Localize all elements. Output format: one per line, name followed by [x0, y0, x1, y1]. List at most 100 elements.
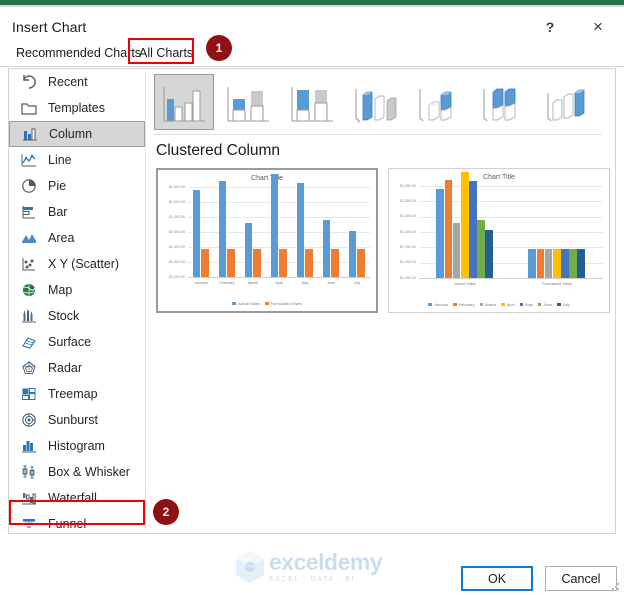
x-axis-tick-label: April [275, 281, 283, 285]
sidebar-item-x-y-scatter[interactable]: X Y (Scatter) [9, 251, 145, 277]
sidebar-item-histogram[interactable]: Histogram [9, 433, 145, 459]
sidebar-item-stock[interactable]: Stock [9, 303, 145, 329]
chart-gridline [188, 217, 370, 218]
sidebar-item-label: X Y (Scatter) [48, 257, 120, 271]
chart-subtype-panel: Clustered Column Chart Title $1,550.00 $1,… [152, 70, 610, 532]
stock-icon [19, 307, 39, 325]
legend-item: January [428, 302, 448, 307]
chart-bar [357, 248, 365, 277]
x-axis-tick-label: July [353, 281, 361, 285]
chart-type-sidebar[interactable]: Recent Templates Column Line Pie Bar Area X Y (… [9, 69, 145, 533]
x-axis-tick-label: June [326, 281, 336, 285]
y-axis-tick-label: $1,400.00 [400, 229, 416, 234]
chart-subtype-thumbnails[interactable] [154, 74, 606, 130]
sunburst-icon [19, 411, 39, 429]
sidebar-item-surface[interactable]: Surface [9, 329, 145, 355]
chart-subtype-3d-100-stacked-column[interactable] [474, 74, 534, 130]
legend-item: May [519, 302, 533, 307]
legend-item: April [501, 302, 515, 307]
legend-swatch [519, 302, 524, 307]
histogram-icon [19, 437, 39, 455]
chart-gridline [188, 187, 370, 188]
sidebar-item-label: Radar [48, 361, 83, 375]
chart-bar [452, 222, 461, 278]
chart-bar [253, 248, 261, 277]
sidebar-item-pie[interactable]: Pie [9, 173, 145, 199]
y-axis-tick-label: $1,450.00 [400, 214, 416, 219]
sidebar-item-column[interactable]: Column [9, 121, 145, 147]
chart-preview-secondary[interactable]: Chart Title $1,550.00 $1,500.00 $1,450.00 $1… [388, 168, 610, 313]
x-axis-line [419, 278, 603, 279]
sidebar-divider [145, 72, 146, 530]
sidebar-item-label: Sunburst [48, 413, 99, 427]
resize-grip[interactable] [612, 583, 620, 591]
legend-item: July [557, 302, 570, 307]
x-axis-line [188, 277, 370, 278]
legend-swatch [479, 302, 484, 307]
chart-bar [279, 248, 287, 277]
insert-chart-dialog: Insert Chart ? × Recommended Charts All … [0, 0, 624, 595]
chart-legend: January February March April May June July [389, 302, 609, 307]
chart-legend: Actual Sales Forecasted Sales [158, 301, 376, 306]
sidebar-item-radar[interactable]: Radar [9, 355, 145, 381]
map-icon [19, 281, 39, 299]
funnel-icon [19, 515, 39, 533]
legend-swatch [501, 302, 505, 307]
callout-badge-1: 1 [206, 35, 232, 61]
chart-subtype-100-stacked-column[interactable] [282, 74, 342, 130]
legend-item: Actual Sales [232, 301, 260, 306]
y-axis-tick-label: $1,250.00 [400, 275, 416, 280]
box-whisker-icon [19, 463, 39, 481]
chart-bar [322, 220, 331, 277]
sidebar-item-line[interactable]: Line [9, 147, 145, 173]
sidebar-item-area[interactable]: Area [9, 225, 145, 251]
legend-swatch [453, 302, 457, 307]
legend-label: Actual Sales [237, 301, 261, 306]
legend-label: January [433, 302, 449, 307]
treemap-icon [19, 385, 39, 403]
sidebar-item-waterfall[interactable]: Waterfall [9, 485, 145, 511]
x-axis-tick-label: Forecasted Sales [542, 282, 572, 286]
legend-label: May [525, 302, 533, 307]
chart-bar [296, 182, 305, 277]
tab-underline [0, 66, 624, 67]
legend-label: February [458, 302, 475, 307]
sidebar-item-box-whisker[interactable]: Box & Whisker [9, 459, 145, 485]
chart-subtype-3d-column[interactable] [538, 74, 598, 130]
watermark-name: exceldemy [269, 549, 383, 575]
chart-preview-primary[interactable]: Chart Title $1,550.00 $1,500.00 $1,450.00 $1… [156, 168, 378, 313]
y-axis-tick-label: $1,300.00 [169, 259, 185, 264]
chart-subtype-clustered-column[interactable] [154, 74, 214, 130]
sidebar-item-sunburst[interactable]: Sunburst [9, 407, 145, 433]
ok-button[interactable]: OK [461, 566, 533, 591]
chart-subtype-3d-stacked-column[interactable] [410, 74, 470, 130]
chart-bar [348, 230, 357, 277]
sidebar-item-funnel[interactable]: Funnel [9, 511, 145, 533]
tab-recommended-charts[interactable]: Recommended Charts [8, 40, 149, 66]
sidebar-item-bar[interactable]: Bar [9, 199, 145, 225]
x-axis-tick-label: May [301, 281, 309, 285]
x-axis-tick-label: Actual Sales [454, 282, 476, 286]
help-icon[interactable]: ? [530, 15, 570, 39]
chart-bar [192, 190, 201, 277]
watermark-logo-icon [236, 551, 264, 583]
sidebar-item-templates[interactable]: Templates [9, 95, 145, 121]
y-axis-tick-label: $1,350.00 [400, 244, 416, 249]
chart-bar [561, 248, 569, 278]
chart-bar [244, 223, 253, 277]
sidebar-item-map[interactable]: Map [9, 277, 145, 303]
y-axis-tick-label: $1,550.00 [400, 183, 416, 188]
line-icon [19, 151, 39, 169]
chart-bar [485, 230, 493, 278]
tab-all-charts[interactable]: All Charts [131, 40, 201, 66]
sidebar-item-label: Surface [48, 335, 92, 349]
chart-subtype-stacked-column[interactable] [218, 74, 278, 130]
chart-subtype-3d-clustered-column[interactable] [346, 74, 406, 130]
close-icon[interactable]: × [578, 15, 618, 39]
cancel-button[interactable]: Cancel [545, 566, 617, 591]
sidebar-item-label: Bar [48, 205, 68, 219]
legend-item: March [479, 302, 496, 307]
sidebar-item-treemap[interactable]: Treemap [9, 381, 145, 407]
legend-item: June [537, 302, 552, 307]
sidebar-item-recent[interactable]: Recent [9, 69, 145, 95]
